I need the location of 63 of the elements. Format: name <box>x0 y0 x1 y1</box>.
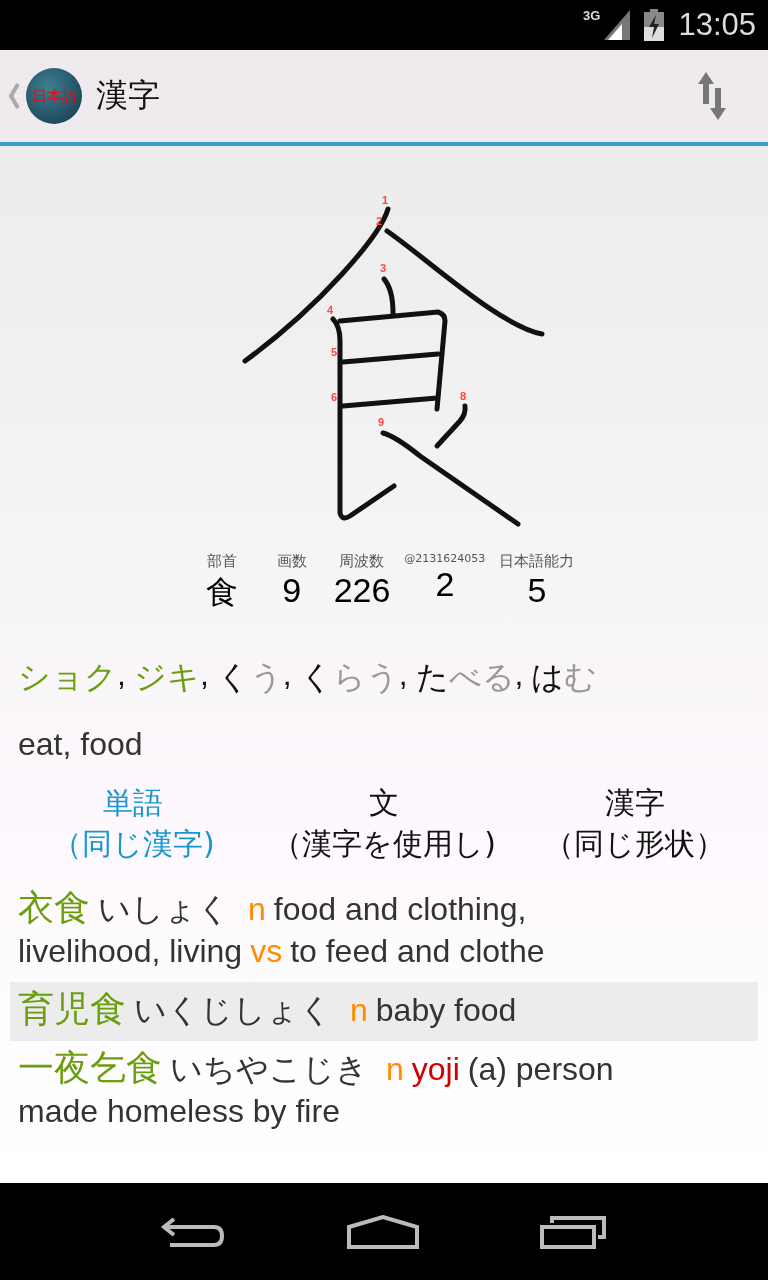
part-of-speech-tag: vs <box>250 933 283 969</box>
stroke-number: 5 <box>330 346 338 358</box>
definition-text: livelihood, living <box>18 932 243 971</box>
info-label: 周波数 <box>339 552 385 571</box>
stroke-number: 3 <box>379 262 387 274</box>
reading-text: く <box>299 657 333 698</box>
field-tag: yoji <box>411 1051 460 1087</box>
battery-charging-icon <box>644 9 665 41</box>
stroke-number: 1 <box>381 194 389 206</box>
reading-text: らう <box>332 657 399 698</box>
separator: , <box>117 656 126 694</box>
signal-icon <box>604 10 631 40</box>
part-of-speech-tag: n <box>248 891 266 927</box>
reading-text: べる <box>448 657 515 698</box>
entry-row[interactable]: 衣食 いしょく n food and clothing, livelihood, living vs to feed and clothe <box>10 881 758 982</box>
stroke-number: 6 <box>330 391 338 403</box>
separator: , <box>514 656 524 694</box>
info-value: 9 <box>282 571 302 610</box>
part-of-speech-tag: n <box>350 992 368 1028</box>
info-value: 226 <box>333 571 391 610</box>
reading-text: く <box>216 657 250 698</box>
reading-text: ジキ <box>133 657 200 698</box>
info-value: 食 <box>205 572 238 613</box>
network-type: 3G <box>583 8 601 23</box>
definition-text: to feed and clothe <box>290 932 545 971</box>
info-label: 日本語能力 <box>499 552 575 571</box>
screen-title: 漢字 <box>96 75 161 116</box>
meaning-text: eat, food <box>17 725 144 763</box>
entry-reading: いちやこじき <box>170 1050 368 1089</box>
definition-text: food and clothing, <box>273 890 527 929</box>
stroke-number: 4 <box>326 304 334 316</box>
tab[interactable]: 文 （漢字を使用し) <box>258 783 510 865</box>
separator: , <box>282 656 292 694</box>
home-icon[interactable] <box>347 1214 419 1249</box>
entry-reading: いくじしょく <box>134 991 332 1030</box>
definition-text: baby food <box>375 991 517 1030</box>
part-of-speech-tag: n <box>386 1051 404 1087</box>
entry-row[interactable]: 一夜乞食 いちやこじき n yoji (a) person made homeless by fire <box>10 1041 758 1142</box>
clock-time: 13:05 <box>678 7 756 43</box>
entry-word: 一夜乞食 <box>18 1047 162 1089</box>
entry-reading: いしょく <box>98 890 230 929</box>
definition-text: (a) person <box>467 1050 614 1089</box>
info-value: 5 <box>527 571 547 610</box>
stroke-number: 9 <box>377 416 385 428</box>
stroke-number: 8 <box>459 390 467 402</box>
separator: , <box>199 656 209 694</box>
definition-text: made homeless by fire <box>18 1092 340 1131</box>
reading-text: た <box>415 657 449 698</box>
reading-text: む <box>564 657 598 698</box>
entry-word: 育児食 <box>18 988 126 1030</box>
recent-apps-icon[interactable] <box>539 1214 608 1249</box>
info-label: 画数 <box>276 552 307 571</box>
info-value: 2 <box>435 565 455 604</box>
separator: , <box>398 656 408 694</box>
reading-text: ショク <box>18 657 117 698</box>
info-label: @2131624053 <box>404 552 486 565</box>
reading-text: う <box>249 657 283 698</box>
info-label: 部首 <box>206 552 237 571</box>
reading-text: は <box>531 657 565 698</box>
entry-row-highlight[interactable]: 育児食 いくじしょく n baby food <box>10 982 758 1041</box>
sort-arrows-icon[interactable] <box>696 70 728 122</box>
entry-word: 衣食 <box>18 887 90 929</box>
tab[interactable]: 漢字 （同じ形状） <box>509 783 760 865</box>
